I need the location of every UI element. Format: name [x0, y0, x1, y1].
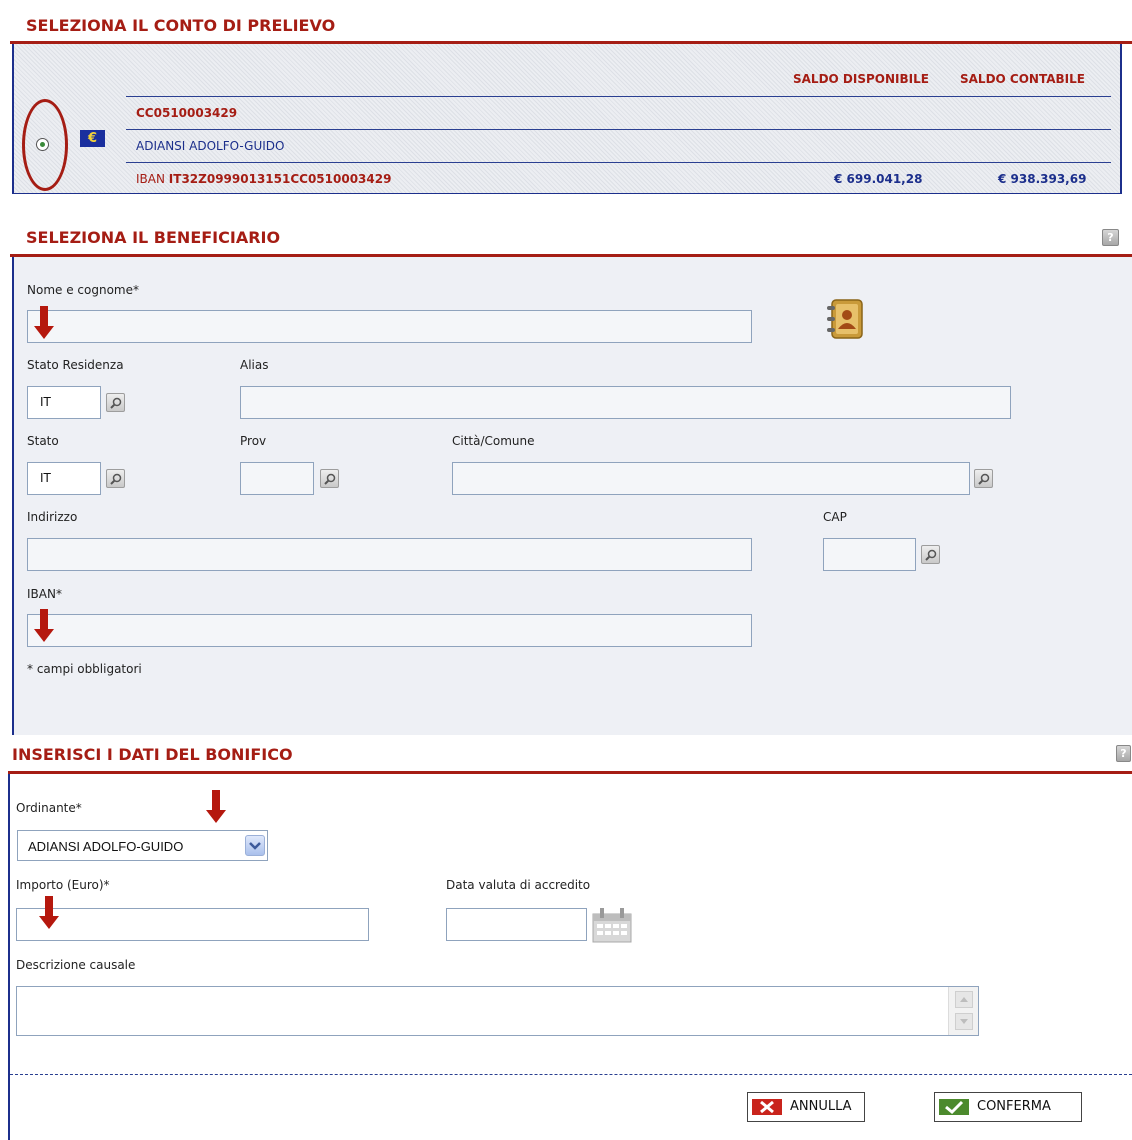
account-iban: IBAN IT32Z0999013151CC0510003429: [136, 172, 391, 186]
iban-label: IBAN*: [27, 587, 62, 601]
account-panel-left-border: [12, 44, 14, 194]
citta-lookup-icon[interactable]: [974, 469, 993, 488]
ordinante-label: Ordinante*: [16, 801, 82, 815]
stato-residenza-label: Stato Residenza: [27, 358, 124, 372]
account-radio-dot: [40, 142, 45, 147]
stato-value: IT: [40, 471, 51, 485]
cap-input[interactable]: [823, 538, 916, 571]
ordinante-arrow-icon: [206, 790, 226, 823]
calendar-icon[interactable]: [591, 906, 633, 944]
transfer-section-underline: [8, 771, 1132, 774]
saldo-disponibile-header: SALDO DISPONIBILE: [793, 72, 929, 86]
scroll-down-icon[interactable]: [955, 1013, 973, 1030]
descrizione-textarea[interactable]: [16, 986, 979, 1036]
ordinante-select[interactable]: ADIANSI ADOLFO-GUIDO: [17, 830, 268, 861]
iban-value: IT32Z0999013151CC0510003429: [168, 172, 392, 186]
nome-label: Nome e cognome*: [27, 283, 139, 297]
help-icon[interactable]: ?: [1116, 745, 1131, 762]
saldo-disponibile-value: € 699.041,28: [834, 172, 923, 186]
transfer-section-title: INSERISCI I DATI DEL BONIFICO: [12, 745, 293, 764]
help-icon[interactable]: ?: [1102, 229, 1119, 246]
stato-label: Stato: [27, 434, 59, 448]
saldo-contabile-header: SALDO CONTABILE: [960, 72, 1085, 86]
data-valuta-input[interactable]: [446, 908, 587, 941]
stato-residenza-value: IT: [40, 395, 51, 409]
indirizzo-label: Indirizzo: [27, 510, 78, 524]
cap-lookup-icon[interactable]: [921, 545, 940, 564]
prov-input[interactable]: [240, 462, 314, 495]
nome-input[interactable]: [27, 310, 752, 343]
annulla-button[interactable]: ANNULLA: [747, 1092, 865, 1122]
citta-label: Città/Comune: [452, 434, 535, 448]
importo-arrow-icon: [39, 896, 59, 929]
descrizione-label: Descrizione causale: [16, 958, 136, 972]
account-section-title: SELEZIONA IL CONTO DI PRELIEVO: [26, 16, 336, 35]
chevron-down-icon[interactable]: [245, 835, 265, 856]
importo-label: Importo (Euro)*: [16, 878, 110, 892]
account-holder-row: ADIANSI ADOLFO-GUIDO: [126, 129, 1111, 162]
account-panel-right-border: [1120, 44, 1122, 194]
stato-residenza-lookup-icon[interactable]: [106, 393, 125, 412]
euro-icon: €: [80, 130, 105, 147]
stato-lookup-icon[interactable]: [106, 469, 125, 488]
stato-residenza-input[interactable]: IT: [27, 386, 101, 419]
scroll-up-icon[interactable]: [955, 991, 973, 1008]
textarea-scrollbar[interactable]: [948, 987, 978, 1035]
alias-input[interactable]: [240, 386, 1011, 419]
prov-lookup-icon[interactable]: [320, 469, 339, 488]
ordinante-value: ADIANSI ADOLFO-GUIDO: [28, 839, 184, 854]
iban-prefix: IBAN: [136, 172, 165, 186]
nome-arrow-icon: [34, 306, 54, 339]
annulla-label: ANNULLA: [790, 1099, 852, 1114]
saldo-contabile-value: € 938.393,69: [998, 172, 1087, 186]
beneficiary-panel-left-border: [12, 257, 14, 735]
actions-divider: [10, 1074, 1132, 1075]
account-number: CC0510003429: [136, 106, 238, 120]
iban-arrow-icon: [34, 609, 54, 642]
transfer-panel-left-border: [8, 774, 10, 1140]
account-holder: ADIANSI ADOLFO-GUIDO: [136, 139, 285, 153]
beneficiary-section-title: SELEZIONA IL BENEFICIARIO: [26, 228, 281, 247]
account-panel-bottom-border: [12, 193, 1122, 194]
data-valuta-label: Data valuta di accredito: [446, 878, 591, 892]
stato-input[interactable]: IT: [27, 462, 101, 495]
alias-label: Alias: [240, 358, 269, 372]
indirizzo-input[interactable]: [27, 538, 752, 571]
check-icon: [939, 1099, 969, 1115]
account-radio[interactable]: [36, 138, 49, 151]
conferma-button[interactable]: CONFERMA: [934, 1092, 1082, 1122]
account-number-row: CC0510003429: [126, 96, 1111, 129]
conferma-label: CONFERMA: [977, 1099, 1051, 1114]
citta-input[interactable]: [452, 462, 970, 495]
account-iban-row: IBAN IT32Z0999013151CC0510003429 € 699.0…: [126, 162, 1111, 193]
required-note: * campi obbligatori: [27, 662, 142, 676]
prov-label: Prov: [240, 434, 267, 448]
address-book-icon[interactable]: [826, 298, 864, 340]
cap-label: CAP: [823, 510, 847, 524]
close-icon: [752, 1099, 782, 1115]
iban-input[interactable]: [27, 614, 752, 647]
importo-input[interactable]: [16, 908, 369, 941]
